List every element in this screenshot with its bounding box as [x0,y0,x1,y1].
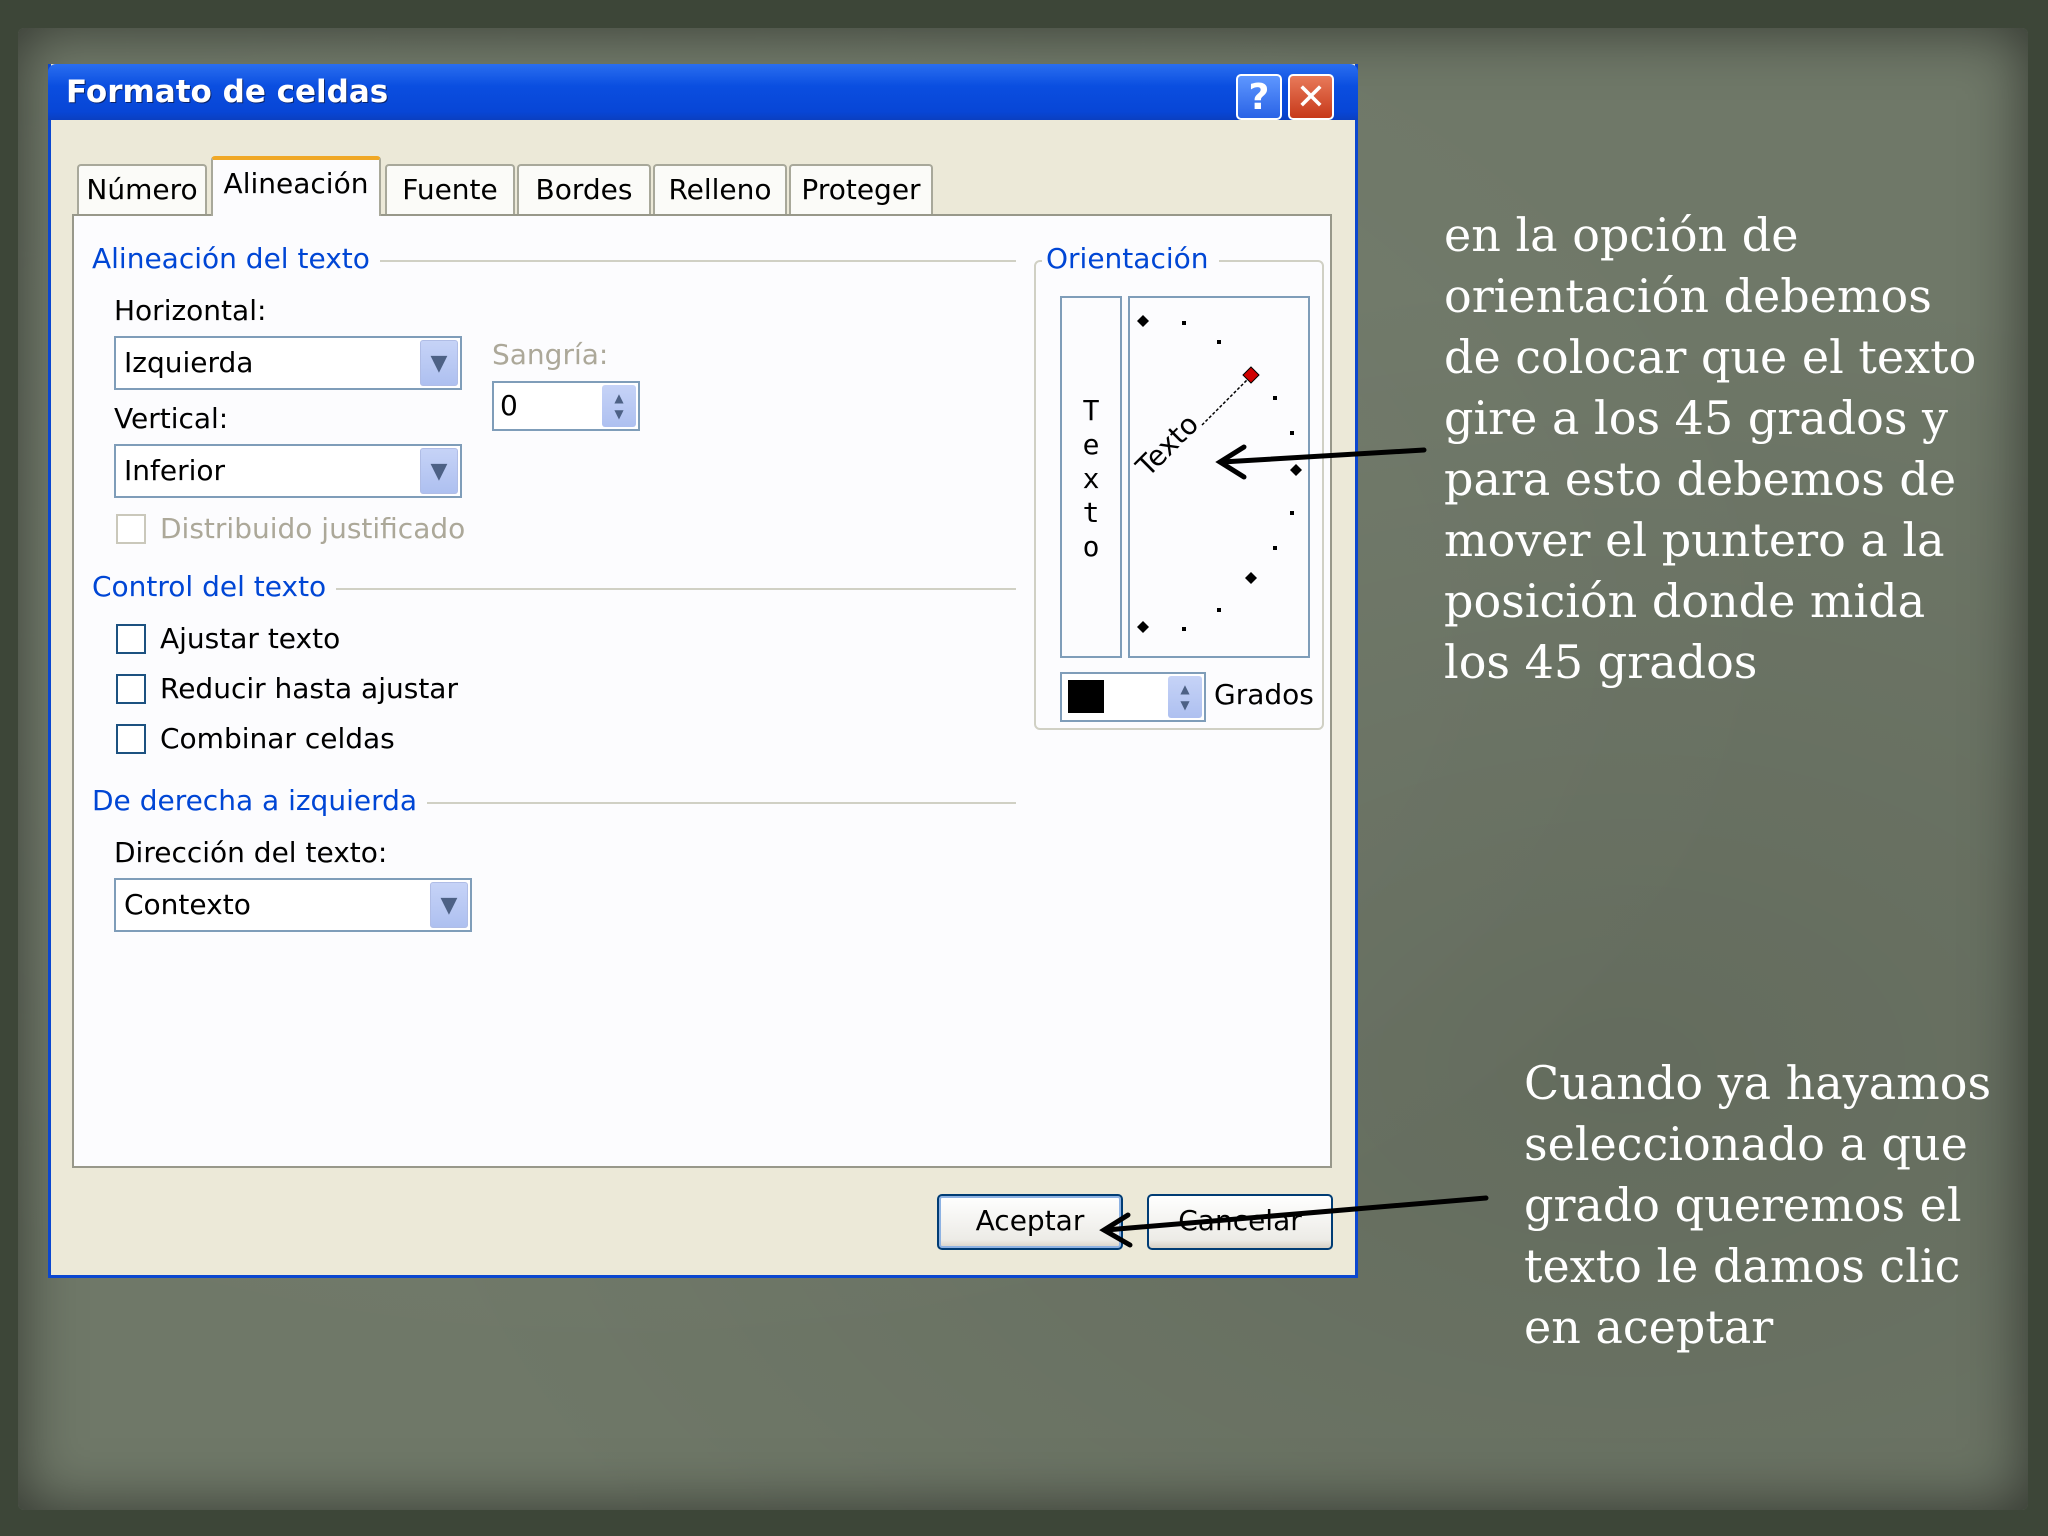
vertical-value: Inferior [124,454,226,487]
dial-tick-minor [1273,546,1277,550]
vertical-letter: t [1082,496,1100,529]
vertical-select[interactable]: Inferior ▼ [114,444,462,498]
tab-fuente[interactable]: Fuente [385,164,515,214]
wrap-text-label: Ajustar texto [160,622,341,655]
vertical-letter: o [1082,530,1100,563]
dial-tick-minor [1290,431,1294,435]
indent-value: 0 [500,389,518,422]
tab-bordes[interactable]: Bordes [517,164,651,214]
indent-label: Sangría: [492,338,609,371]
text-control-group-label: Control del texto [92,570,337,603]
close-button[interactable]: ✕ [1288,74,1334,120]
text-alignment-group-label: Alineación del texto [92,242,380,275]
orientation-dial[interactable]: Texto [1128,296,1310,658]
degrees-value: 45 [1068,680,1104,713]
tab-relleno[interactable]: Relleno [653,164,787,214]
accept-note: Cuando ya hayamos seleccionado a que gra… [1524,1056,1992,1354]
spinner-arrows-icon[interactable]: ▲ ▼ [1168,676,1202,718]
dial-tick-major [1290,464,1302,476]
shrink-to-fit-label: Reducir hasta ajustar [160,672,458,705]
rtl-group-label: De derecha a izquierda [92,784,428,817]
horizontal-value: Izquierda [124,346,254,379]
cancel-button[interactable]: Cancelar [1147,1194,1333,1250]
dial-tick-major [1137,315,1149,327]
alignment-tab-panel: Alineación del texto Horizontal: Izquier… [72,214,1332,1168]
title-bar[interactable]: Formato de celdas ? ✕ [48,64,1358,120]
distributed-justified-checkbox[interactable] [116,514,146,544]
merge-cells-label: Combinar celdas [160,722,395,755]
dial-tick-minor [1290,511,1294,515]
tab-label: Relleno [668,173,772,206]
horizontal-label: Horizontal: [114,294,267,327]
vertical-letter: e [1082,428,1100,461]
indent-spinner[interactable]: 0 ▲ ▼ [492,381,640,431]
distributed-justified-label: Distribuido justificado [160,512,466,545]
dial-tick-minor [1217,608,1221,612]
cancel-button-label: Cancelar [1178,1204,1302,1237]
text-direction-value: Contexto [124,888,251,921]
text-direction-select[interactable]: Contexto ▼ [114,878,472,932]
tab-alineacion[interactable]: Alineación [211,156,381,216]
wrap-text-checkbox[interactable] [116,624,146,654]
dial-tick-minor [1217,340,1221,344]
ok-button-label: Aceptar [975,1204,1085,1237]
merge-cells-checkbox[interactable] [116,724,146,754]
tab-label: Bordes [535,173,633,206]
close-icon: ✕ [1295,76,1327,118]
dial-tick-minor [1182,321,1186,325]
text-direction-label: Dirección del texto: [114,836,388,869]
chevron-down-icon[interactable]: ▼ [420,448,458,494]
dial-tick-minor [1273,396,1277,400]
tab-label: Fuente [402,173,498,206]
ok-button[interactable]: Aceptar [937,1194,1123,1250]
format-cells-dialog: Formato de celdas ? ✕ Número Alineación … [48,64,1358,1278]
shrink-to-fit-checkbox[interactable] [116,674,146,704]
dial-rotated-text: Texto [1130,407,1205,483]
dial-tick-major [1137,621,1149,633]
horizontal-select[interactable]: Izquierda ▼ [114,336,462,390]
tab-label: Número [86,173,198,206]
vertical-letter: x [1082,462,1100,495]
chevron-down-icon[interactable]: ▼ [420,340,458,386]
vertical-label: Vertical: [114,402,229,435]
vertical-text-box[interactable]: T e x t o [1060,296,1122,658]
orientation-dial-graphic: Texto [1129,315,1302,633]
dialog-title: Formato de celdas [66,74,389,110]
tab-label: Alineación [223,167,369,200]
dial-tick-major [1245,572,1257,584]
vertical-letter: T [1082,394,1100,427]
help-button[interactable]: ? [1236,74,1282,120]
degrees-spinner[interactable]: 45 ▲ ▼ [1060,672,1206,722]
help-icon: ? [1248,76,1270,118]
chevron-down-icon[interactable]: ▼ [430,882,468,928]
spinner-arrows-icon[interactable]: ▲ ▼ [602,385,636,427]
orientation-note: en la opción de orientación debemos de c… [1444,208,1977,689]
degrees-label: Grados [1214,678,1314,711]
tab-label: Proteger [801,173,921,206]
tab-numero[interactable]: Número [77,164,207,214]
dial-pointer-line [1201,375,1252,426]
orientation-group-label: Orientación [1042,242,1219,275]
dial-tick-minor [1182,627,1186,631]
tab-proteger[interactable]: Proteger [789,164,933,214]
